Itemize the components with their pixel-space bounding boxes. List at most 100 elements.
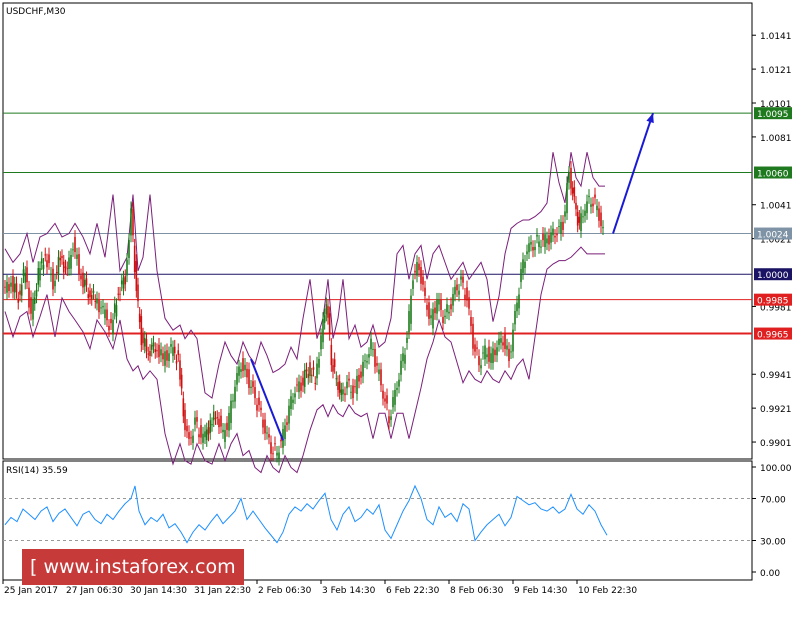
candle-body	[590, 204, 592, 207]
candle-body	[424, 287, 426, 296]
candle-body	[514, 310, 516, 325]
candle-body	[468, 297, 470, 309]
candle-body	[122, 277, 125, 289]
candle-body	[428, 302, 430, 319]
candle-body	[117, 293, 120, 295]
candle-body	[538, 241, 540, 247]
candle-body	[594, 194, 596, 198]
candle-body	[456, 284, 458, 291]
candle-body	[352, 385, 354, 399]
candle-body	[4, 286, 6, 288]
candle-body	[83, 279, 86, 287]
candle-body	[76, 254, 78, 259]
candle-body	[364, 360, 366, 362]
candle-body	[504, 333, 506, 349]
candle-body	[108, 325, 110, 331]
x-tick-label: 3 Feb 14:30	[322, 586, 376, 596]
rsi-tick-label: 100.00	[760, 464, 792, 474]
candle-body	[230, 400, 232, 423]
candle-body	[358, 374, 360, 382]
candle-body	[177, 350, 180, 356]
candle-body	[316, 363, 318, 379]
candle-body	[408, 311, 410, 333]
candle-body	[432, 309, 434, 329]
candle-body	[450, 304, 452, 310]
candle-body	[596, 205, 598, 211]
candle-body	[560, 221, 562, 234]
candle-body	[154, 349, 157, 353]
candle-body	[462, 276, 464, 283]
candle-body	[466, 287, 468, 301]
candle-body	[398, 379, 400, 387]
candle-body	[142, 334, 144, 344]
candle-body	[434, 307, 436, 314]
candle-body	[378, 369, 380, 375]
candle-body	[119, 293, 121, 295]
candle-body	[22, 269, 25, 277]
candle-body	[211, 424, 213, 426]
candle-body	[6, 281, 8, 293]
candle-body	[576, 212, 579, 226]
candle-body	[104, 309, 106, 319]
candle-body	[89, 290, 91, 298]
candle-body	[406, 337, 408, 343]
candle-body	[12, 275, 14, 292]
candle-body	[490, 353, 492, 363]
candle-body	[173, 346, 176, 354]
candle-body	[294, 393, 296, 398]
candle-body	[494, 349, 496, 356]
x-tick-label: 6 Feb 22:30	[386, 586, 440, 596]
candle-body	[472, 323, 474, 349]
candle-body	[224, 430, 226, 443]
candle-body	[168, 353, 170, 362]
candle-body	[234, 386, 236, 402]
candle-body	[42, 264, 45, 270]
candle-body	[478, 356, 480, 366]
candle-body	[305, 369, 308, 372]
candle-body	[246, 368, 248, 378]
candle-body	[582, 216, 584, 218]
candle-body	[526, 251, 528, 255]
candle-body	[172, 347, 174, 356]
candle-body	[446, 304, 448, 313]
candle-body	[296, 384, 298, 386]
candle-body	[392, 397, 394, 408]
candle-body	[528, 243, 530, 253]
candle-body	[414, 270, 416, 273]
candle-body	[388, 416, 390, 424]
candle-body	[402, 353, 404, 362]
candle-body	[87, 294, 90, 298]
candle-body	[592, 203, 594, 207]
candle-body	[396, 387, 398, 390]
candle-body	[242, 358, 244, 371]
candle-body	[13, 283, 16, 293]
candle-body	[530, 241, 532, 245]
candle-body	[228, 412, 230, 431]
candle-body	[370, 338, 372, 350]
candle-body	[182, 398, 185, 417]
candle-body	[571, 187, 574, 194]
candle-body	[422, 276, 424, 285]
candle-body	[130, 208, 132, 236]
candle-body	[386, 395, 388, 404]
candle-body	[57, 256, 60, 276]
candle-body	[292, 399, 294, 403]
candle-body	[546, 238, 548, 244]
candle-body	[149, 350, 151, 357]
candle-body	[147, 353, 150, 355]
candle-body	[66, 268, 69, 270]
candle-body	[26, 267, 28, 283]
candle-body	[100, 307, 102, 309]
candle-body	[278, 452, 280, 459]
candle-body	[137, 284, 139, 302]
candle-body	[382, 390, 384, 399]
candle-body	[486, 354, 488, 358]
candle-body	[568, 172, 570, 183]
candle-body	[588, 195, 590, 198]
candle-body	[207, 427, 210, 435]
candle-body	[492, 348, 494, 364]
candle-body	[366, 361, 368, 363]
x-tick-label: 30 Jan 14:30	[130, 586, 187, 596]
candle-body	[186, 425, 188, 432]
candle-body	[272, 453, 274, 455]
